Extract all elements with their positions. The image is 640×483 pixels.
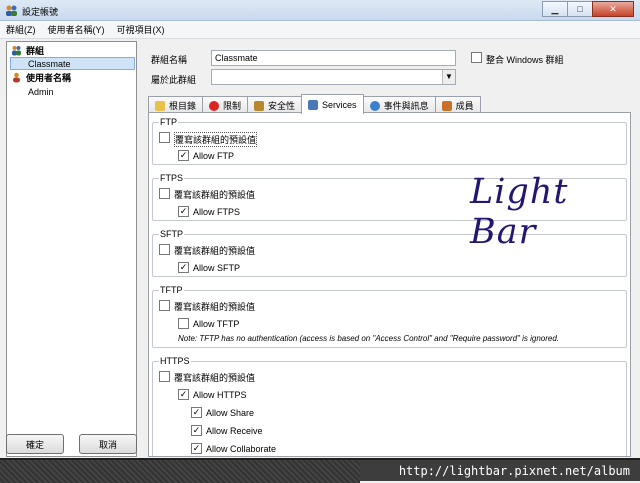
window-controls: ▁ □ ✕: [542, 1, 634, 17]
ftp-title: FTP: [159, 117, 178, 127]
ftps-override-checkbox[interactable]: [159, 188, 170, 199]
maximize-icon: □: [577, 4, 583, 14]
tab-label: 限制: [223, 101, 242, 111]
allow-sftp-label: Allow SFTP: [193, 263, 241, 273]
stop-icon: [209, 100, 220, 111]
ftps-title: FTPS: [159, 173, 185, 183]
close-button[interactable]: ✕: [592, 1, 634, 17]
windows-group-checkbox[interactable]: [471, 52, 482, 63]
menu-view[interactable]: 可視項目(X): [111, 23, 171, 36]
tree-item-admin[interactable]: Admin: [28, 85, 54, 98]
allow-collaborate-label: Allow Collaborate: [206, 444, 277, 454]
user-icon: [13, 72, 20, 83]
allow-ftps-label: Allow FTPS: [193, 207, 241, 217]
ftp-groupbox: FTP 覆寫該群組的預設值 ✓ Allow FTP: [152, 117, 627, 165]
allow-https-checkbox[interactable]: ✓: [178, 389, 189, 400]
chevron-down-icon[interactable]: ▼: [442, 70, 455, 84]
tftp-note: Note: TFTP has no authentication (access…: [178, 334, 560, 343]
allow-https-label: Allow HTTPS: [193, 390, 247, 400]
allow-receive-checkbox[interactable]: ✓: [191, 425, 202, 436]
allow-share-label: Allow Share: [206, 408, 255, 418]
tftp-override-label: 覆寫該群組的預設值: [174, 302, 256, 312]
tree-groups-label: 群組: [26, 46, 45, 56]
globe-icon: [369, 100, 380, 111]
watermark: Light Bar: [470, 172, 569, 252]
menu-username[interactable]: 使用者名稱(Y): [42, 23, 111, 36]
left-button-row: 確定 取消: [6, 434, 137, 456]
close-icon: ✕: [609, 3, 617, 14]
https-override-label: 覆寫該群組的預設值: [174, 373, 256, 383]
group-icon: [12, 46, 21, 56]
allow-share-checkbox[interactable]: ✓: [191, 407, 202, 418]
tftp-override-checkbox[interactable]: [159, 300, 170, 311]
ftps-override-label: 覆寫該群組的預設值: [174, 190, 256, 200]
allow-ftp-label: Allow FTP: [193, 151, 235, 161]
cancel-button[interactable]: 取消: [79, 434, 137, 454]
maximize-button[interactable]: □: [567, 1, 593, 17]
ftp-override-label: 覆寫該群組的預設值: [174, 132, 258, 147]
tab-strip: 根目錄 限制 安全性 Services 事件與訊息 成員: [148, 94, 481, 114]
belongs-label: 屬於此群組: [151, 75, 197, 85]
tab-label: 根目錄: [169, 101, 197, 111]
footer-stripe: [0, 460, 360, 483]
windows-group-label: 整合 Windows 群組: [486, 55, 564, 65]
https-groupbox: HTTPS 覆寫該群組的預設值 ✓ Allow HTTPS ✓ Allow Sh…: [152, 356, 627, 456]
allow-receive-label: Allow Receive: [206, 426, 263, 436]
menu-group[interactable]: 群組(Z): [0, 23, 42, 36]
group-name-field[interactable]: Classmate: [211, 50, 456, 66]
allow-ftp-checkbox[interactable]: ✓: [178, 150, 189, 161]
footer-strip: http://lightbar.pixnet.net/album: [0, 458, 640, 483]
window-title: 設定帳號: [22, 7, 59, 17]
services-panel: FTP 覆寫該群組的預設值 ✓ Allow FTP FTPS 覆寫該群組的預設值…: [148, 112, 631, 457]
tftp-groupbox: TFTP 覆寫該群組的預設值 Allow TFTP Note: TFTP has…: [152, 285, 627, 348]
tree-groups-node[interactable]: 群組: [11, 44, 44, 57]
users-app-icon: [6, 5, 17, 16]
tab-label: 事件與訊息: [383, 101, 429, 111]
sftp-override-checkbox[interactable]: [159, 244, 170, 255]
https-title: HTTPS: [159, 356, 191, 366]
sftp-override-label: 覆寫該群組的預設值: [174, 246, 256, 256]
tab-label: 安全性: [268, 101, 296, 111]
allow-tftp-label: Allow TFTP: [193, 319, 240, 329]
key-icon: [254, 100, 265, 111]
menu-bar: 群組(Z) 使用者名稱(Y) 可視項目(X): [0, 21, 640, 39]
ok-button[interactable]: 確定: [6, 434, 64, 454]
tree-item-label: Classmate: [28, 58, 71, 69]
tree-users-node[interactable]: 使用者名稱: [11, 71, 71, 84]
group-icon: [441, 100, 452, 111]
minimize-button[interactable]: ▁: [542, 1, 568, 17]
footer-url: http://lightbar.pixnet.net/album: [398, 464, 630, 478]
tab-services[interactable]: Services: [301, 94, 364, 114]
group-name-label: 群組名稱: [151, 55, 188, 65]
tftp-title: TFTP: [159, 285, 184, 295]
tab-label: 成員: [455, 101, 474, 111]
tab-label: Services: [322, 99, 357, 110]
allow-collaborate-checkbox[interactable]: ✓: [191, 443, 202, 454]
ftp-override-checkbox[interactable]: [159, 132, 170, 143]
folder-icon: [155, 100, 165, 111]
tree-item-classmate[interactable]: Classmate: [10, 57, 135, 70]
minimize-icon: ▁: [551, 3, 559, 14]
tree-item-label: Admin: [28, 86, 54, 97]
allow-ftps-checkbox[interactable]: ✓: [178, 206, 189, 217]
allow-tftp-checkbox[interactable]: [178, 318, 189, 329]
services-icon: [308, 99, 319, 110]
belongs-combo[interactable]: ▼: [211, 69, 456, 85]
https-override-checkbox[interactable]: [159, 371, 170, 382]
account-tree[interactable]: 群組 Classmate 使用者名稱 Admin: [6, 41, 137, 457]
tree-users-label: 使用者名稱: [26, 73, 72, 83]
sftp-title: SFTP: [159, 229, 185, 239]
title-bar: 設定帳號 ▁ □ ✕: [0, 0, 640, 21]
allow-sftp-checkbox[interactable]: ✓: [178, 262, 189, 273]
